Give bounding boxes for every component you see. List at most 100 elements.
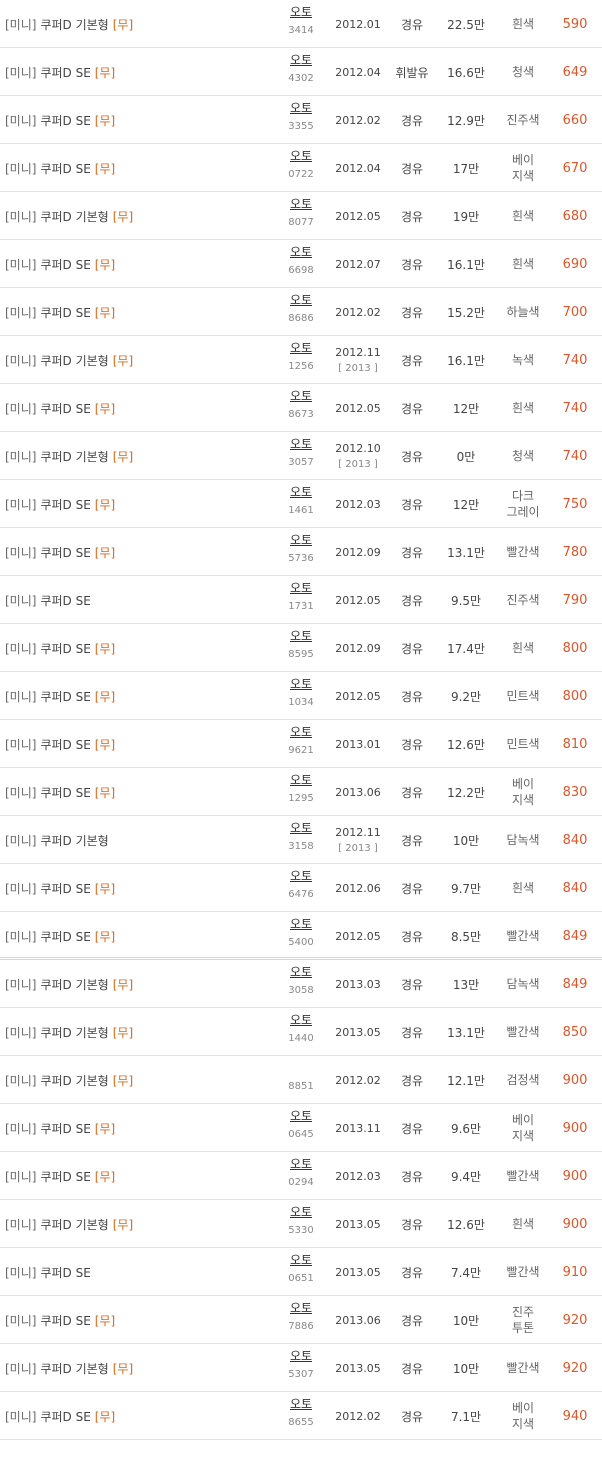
price[interactable]: 740 [554,384,596,432]
price[interactable]: 900 [554,1104,596,1152]
transmission-link[interactable]: 오토 [276,292,326,308]
listing-row[interactable]: [미니] 쿠퍼D SE [무] 오토 0645 2013.11 경유 9.6만 베이 지색 900 [0,1104,602,1152]
listing-model[interactable]: 쿠퍼D SE [40,1264,90,1281]
listing-row[interactable]: [미니] 쿠퍼D SE [무] 오토 6476 2012.06 경유 9.7만 흰색 840 [0,864,602,912]
listing-row[interactable]: [미니] 쿠퍼D SE 오토 1731 2012.05 경유 9.5만 진주색 790 [0,576,602,624]
listing-title[interactable]: [미니] 쿠퍼D 기본형 [5,816,109,864]
price[interactable]: 920 [554,1344,596,1392]
listing-row[interactable]: [미니] 쿠퍼D SE [무] 오토 8673 2012.05 경유 12만 흰색 740 [0,384,602,432]
listing-row[interactable]: [미니] 쿠퍼D SE [무] 오토 6698 2012.07 경유 16.1만 흰색 690 [0,240,602,288]
price[interactable]: 649 [554,48,596,96]
listing-title[interactable]: [미니] 쿠퍼D SE [무] [5,384,115,432]
listing-row[interactable]: [미니] 쿠퍼D 기본형 [무] 오토 3414 2012.01 경유 22.5만 흰색 590 [0,0,602,48]
listing-model[interactable]: 쿠퍼D SE [40,688,90,705]
listing-title[interactable]: [미니] 쿠퍼D SE [무] [5,1296,115,1344]
transmission-link[interactable] [276,1060,326,1076]
transmission-link[interactable]: 오토 [276,4,326,20]
listing-model[interactable]: 쿠퍼D SE [40,112,90,129]
listing-row[interactable]: [미니] 쿠퍼D SE [무] 오토 7886 2013.06 경유 10만 진주 투톤 920 [0,1296,602,1344]
price[interactable]: 840 [554,816,596,864]
listing-model[interactable]: 쿠퍼D 기본형 [40,352,108,369]
price[interactable]: 830 [554,768,596,816]
transmission-link[interactable]: 오토 [276,1156,326,1172]
transmission-link[interactable]: 오토 [276,1108,326,1124]
transmission-link[interactable]: 오토 [276,964,326,980]
listing-row[interactable]: [미니] 쿠퍼D SE [무] 오토 1461 2012.03 경유 12만 다크 그레이 750 [0,480,602,528]
listing-title[interactable]: [미니] 쿠퍼D SE [무] [5,624,115,672]
listing-row[interactable]: [미니] 쿠퍼D SE [무] 오토 1034 2012.05 경유 9.2만 민트색 800 [0,672,602,720]
listing-model[interactable]: 쿠퍼D SE [40,640,90,657]
listing-title[interactable]: [미니] 쿠퍼D SE [5,576,91,624]
listing-title[interactable]: [미니] 쿠퍼D SE [무] [5,1152,115,1200]
listing-title[interactable]: [미니] 쿠퍼D 기본형 [무] [5,432,133,480]
listing-title[interactable]: [미니] 쿠퍼D SE [무] [5,48,115,96]
listing-row[interactable]: [미니] 쿠퍼D SE [무] 오토 0722 2012.04 경유 17만 베이 지색 670 [0,144,602,192]
listing-model[interactable]: 쿠퍼D SE [40,736,90,753]
transmission-link[interactable]: 오토 [276,532,326,548]
listing-row[interactable]: [미니] 쿠퍼D 기본형 [무] 8851 2012.02 경유 12.1만 검정색 900 [0,1056,602,1104]
listing-row[interactable]: [미니] 쿠퍼D SE [무] 오토 8686 2012.02 경유 15.2만 하늘색 700 [0,288,602,336]
listing-model[interactable]: 쿠퍼D SE [40,1120,90,1137]
transmission-link[interactable]: 오토 [276,1300,326,1316]
listing-title[interactable]: [미니] 쿠퍼D SE [무] [5,912,115,960]
listing-model[interactable]: 쿠퍼D SE [40,928,90,945]
listing-title[interactable]: [미니] 쿠퍼D 기본형 [무] [5,1200,133,1248]
transmission-link[interactable]: 오토 [276,244,326,260]
listing-model[interactable]: 쿠퍼D 기본형 [40,1216,108,1233]
listing-title[interactable]: [미니] 쿠퍼D SE [무] [5,144,115,192]
listing-row[interactable]: [미니] 쿠퍼D 기본형 [무] 오토 5330 2013.05 경유 12.6만 흰색 900 [0,1200,602,1248]
price[interactable]: 840 [554,864,596,912]
listing-row[interactable]: [미니] 쿠퍼D 기본형 [무] 오토 3058 2013.03 경유 13만 담녹색 849 [0,960,602,1008]
transmission-link[interactable]: 오토 [276,820,326,836]
price[interactable]: 740 [554,336,596,384]
price[interactable]: 750 [554,480,596,528]
price[interactable]: 910 [554,1248,596,1296]
listing-title[interactable]: [미니] 쿠퍼D 기본형 [무] [5,1056,133,1104]
listing-title[interactable]: [미니] 쿠퍼D 기본형 [무] [5,960,133,1008]
listing-model[interactable]: 쿠퍼D SE [40,784,90,801]
price[interactable]: 920 [554,1296,596,1344]
listing-model[interactable]: 쿠퍼D SE [40,1408,90,1425]
transmission-link[interactable]: 오토 [276,916,326,932]
listing-title[interactable]: [미니] 쿠퍼D SE [무] [5,240,115,288]
listing-row[interactable]: [미니] 쿠퍼D 기본형 오토 3158 2012.11 [ 2013 ] 경유 10만 담녹색… [0,816,602,864]
listing-title[interactable]: [미니] 쿠퍼D 기본형 [무] [5,1344,133,1392]
listing-row[interactable]: [미니] 쿠퍼D SE [무] 오토 8595 2012.09 경유 17.4만 흰색 800 [0,624,602,672]
listing-model[interactable]: 쿠퍼D SE [40,1168,90,1185]
listing-title[interactable]: [미니] 쿠퍼D SE [무] [5,96,115,144]
transmission-link[interactable]: 오토 [276,868,326,884]
listing-model[interactable]: 쿠퍼D 기본형 [40,448,108,465]
listing-title[interactable]: [미니] 쿠퍼D SE [무] [5,768,115,816]
transmission-link[interactable]: 오토 [276,724,326,740]
listing-row[interactable]: [미니] 쿠퍼D 기본형 [무] 오토 8077 2012.05 경유 19만 흰색 680 [0,192,602,240]
price[interactable]: 900 [554,1152,596,1200]
listing-title[interactable]: [미니] 쿠퍼D SE [5,1248,91,1296]
listing-title[interactable]: [미니] 쿠퍼D SE [무] [5,288,115,336]
listing-model[interactable]: 쿠퍼D 기본형 [40,976,108,993]
listing-row[interactable]: [미니] 쿠퍼D SE [무] 오토 1295 2013.06 경유 12.2만 베이 지색 830 [0,768,602,816]
transmission-link[interactable]: 오토 [276,1012,326,1028]
listing-row[interactable]: [미니] 쿠퍼D SE [무] 오토 5736 2012.09 경유 13.1만 빨간색 780 [0,528,602,576]
price[interactable]: 740 [554,432,596,480]
listing-model[interactable]: 쿠퍼D SE [40,496,90,513]
listing-model[interactable]: 쿠퍼D SE [40,256,90,273]
listing-title[interactable]: [미니] 쿠퍼D SE [무] [5,1104,115,1152]
listing-title[interactable]: [미니] 쿠퍼D SE [무] [5,672,115,720]
listing-model[interactable]: 쿠퍼D SE [40,64,90,81]
listing-title[interactable]: [미니] 쿠퍼D SE [무] [5,864,115,912]
listing-title[interactable]: [미니] 쿠퍼D 기본형 [무] [5,336,133,384]
price[interactable]: 940 [554,1392,596,1440]
transmission-link[interactable]: 오토 [276,148,326,164]
listing-row[interactable]: [미니] 쿠퍼D SE [무] 오토 0294 2012.03 경유 9.4만 빨간색 900 [0,1152,602,1200]
listing-row[interactable]: [미니] 쿠퍼D SE [무] 오토 4302 2012.04 휘발유 16.6만 청색 649 [0,48,602,96]
price[interactable]: 670 [554,144,596,192]
price[interactable]: 690 [554,240,596,288]
listing-model[interactable]: 쿠퍼D SE [40,160,90,177]
listing-row[interactable]: [미니] 쿠퍼D 기본형 [무] 오토 3057 2012.10 [ 2013 ] 경유 0만 청… [0,432,602,480]
price[interactable]: 849 [554,960,596,1008]
listing-model[interactable]: 쿠퍼D 기본형 [40,1360,108,1377]
price[interactable]: 800 [554,624,596,672]
listing-title[interactable]: [미니] 쿠퍼D 기본형 [무] [5,1008,133,1056]
listing-model[interactable]: 쿠퍼D SE [40,1312,90,1329]
price[interactable]: 790 [554,576,596,624]
